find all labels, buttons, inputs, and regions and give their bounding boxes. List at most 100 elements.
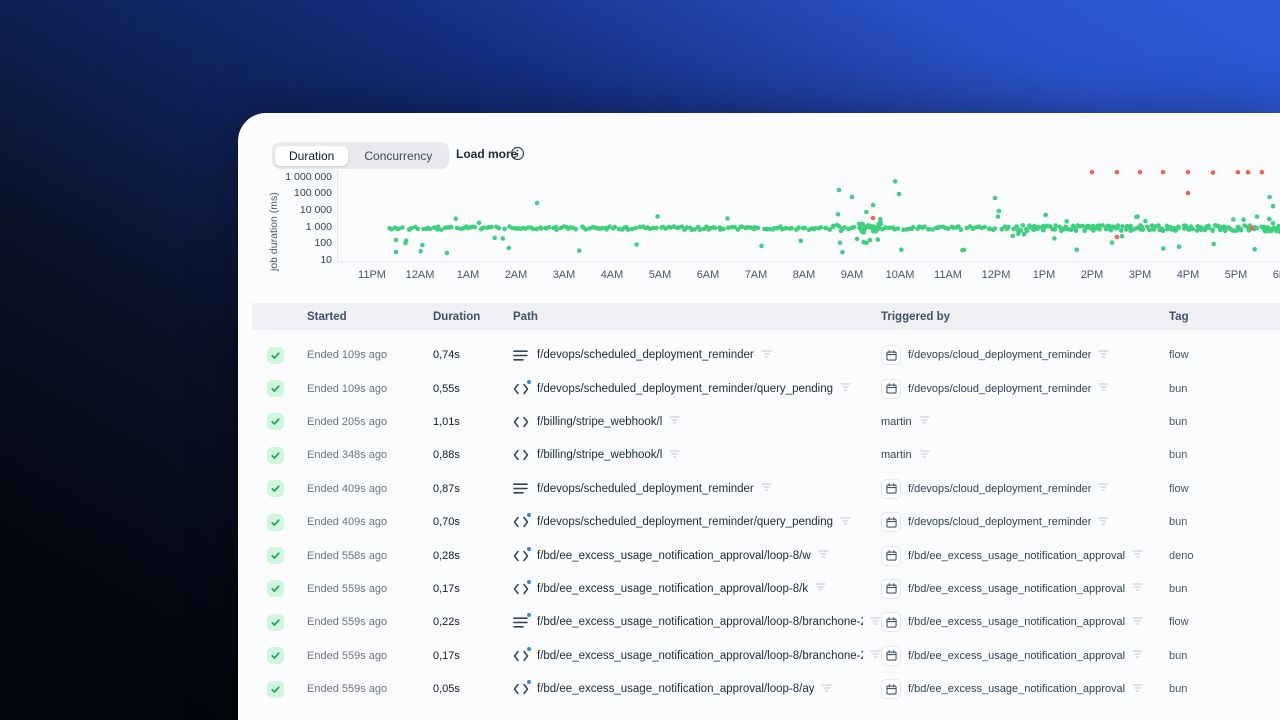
scatter-point[interactable] [851, 224, 857, 230]
scatter-point[interactable] [1137, 169, 1143, 175]
filter-icon[interactable] [1132, 616, 1143, 629]
scatter-point[interactable] [1210, 170, 1216, 175]
scatter-point[interactable] [1014, 224, 1019, 229]
job-row[interactable]: Ended 559s ago 0,17s f/bd/ee_excess_usag… [252, 640, 1280, 673]
scatter-point[interactable] [472, 224, 478, 230]
filter-icon[interactable] [761, 349, 772, 362]
filter-icon[interactable] [870, 649, 881, 662]
scatter-point[interactable] [995, 214, 1001, 219]
scatter-point[interactable] [502, 226, 507, 232]
scatter-point[interactable] [1115, 223, 1121, 228]
scatter-point[interactable] [400, 225, 405, 230]
scatter-point[interactable] [453, 216, 459, 221]
scatter-point[interactable] [796, 225, 801, 230]
job-path[interactable]: f/devops/scheduled_deployment_reminder/q… [537, 383, 833, 395]
scatter-point[interactable] [1265, 227, 1271, 233]
scatter-point[interactable] [849, 194, 855, 200]
scatter-point[interactable] [922, 224, 927, 229]
scatter-point[interactable] [725, 216, 730, 221]
job-trigger[interactable]: f/devops/cloud_deployment_reminder [908, 383, 1091, 395]
scatter-point[interactable] [420, 242, 425, 248]
scatter-point[interactable] [1249, 225, 1255, 231]
scatter-point[interactable] [1010, 233, 1016, 239]
scatter-point[interactable] [1241, 217, 1246, 222]
scatter-point[interactable] [892, 179, 898, 184]
scatter-point[interactable] [1052, 227, 1058, 232]
job-trigger[interactable]: f/bd/ee_excess_usage_notification_approv… [908, 683, 1125, 695]
job-path[interactable]: f/billing/stripe_webhook/l [537, 416, 662, 428]
scatter-point[interactable] [534, 200, 540, 206]
job-path[interactable]: f/devops/scheduled_deployment_reminder [537, 349, 754, 361]
scatter-point[interactable] [958, 227, 964, 232]
scatter-point[interactable] [538, 226, 544, 231]
filter-icon[interactable] [815, 582, 826, 595]
filter-icon[interactable] [1132, 582, 1143, 595]
filter-icon[interactable] [1132, 683, 1143, 696]
scatter-point[interactable] [1176, 244, 1182, 250]
job-trigger[interactable]: martin [881, 449, 912, 461]
job-row[interactable]: Ended 205s ago 1,01s f/billing/stripe_we… [252, 406, 1280, 440]
job-trigger[interactable]: f/devops/cloud_deployment_reminder [908, 349, 1091, 361]
job-trigger[interactable]: f/devops/cloud_deployment_reminder [908, 516, 1091, 528]
job-trigger[interactable]: f/bd/ee_excess_usage_notification_approv… [908, 650, 1125, 662]
scatter-point[interactable] [1100, 223, 1105, 228]
scatter-point[interactable] [870, 215, 876, 221]
scatter-point[interactable] [1267, 194, 1272, 200]
scatter-point[interactable] [1114, 169, 1120, 175]
scatter-point[interactable] [439, 227, 444, 233]
scatter-point[interactable] [836, 187, 842, 193]
scatter-point[interactable] [1109, 240, 1115, 245]
scatter-point[interactable] [1218, 227, 1223, 233]
scatter-point[interactable] [1206, 223, 1211, 229]
scatter-point[interactable] [1006, 224, 1011, 230]
job-path[interactable]: f/bd/ee_excess_usage_notification_approv… [537, 616, 863, 628]
scatter-point[interactable] [612, 224, 618, 230]
scatter-point[interactable] [1235, 169, 1241, 175]
scatter-point[interactable] [992, 195, 998, 201]
scatter-point[interactable] [1185, 190, 1191, 196]
scatter-point[interactable] [1254, 214, 1260, 219]
scatter-point[interactable] [1097, 227, 1102, 232]
scatter-point[interactable] [1198, 225, 1204, 230]
scatter-point[interactable] [759, 243, 764, 249]
scatter-point[interactable] [1021, 231, 1027, 237]
job-trigger[interactable]: f/devops/cloud_deployment_reminder [908, 483, 1091, 495]
scatter-point[interactable] [697, 227, 703, 232]
scatter-point[interactable] [1018, 228, 1024, 233]
filter-icon[interactable] [818, 549, 829, 562]
filter-icon[interactable] [870, 616, 881, 629]
scatter-point[interactable] [1114, 234, 1120, 240]
scatter-point[interactable] [1188, 224, 1194, 229]
scatter-point[interactable] [835, 212, 841, 217]
job-path[interactable]: f/billing/stripe_webhook/l [537, 449, 662, 461]
filter-icon[interactable] [1132, 649, 1143, 662]
scatter-point[interactable] [496, 225, 502, 231]
scatter-point[interactable] [996, 208, 1002, 214]
job-row[interactable]: Ended 559s ago 0,17s f/bd/ee_excess_usag… [252, 573, 1280, 607]
filter-icon[interactable] [761, 482, 772, 495]
scatter-point[interactable] [1089, 169, 1095, 175]
scatter-point[interactable] [1135, 214, 1140, 219]
job-path[interactable]: f/bd/ee_excess_usage_notification_approv… [537, 550, 811, 562]
scatter-point[interactable] [1064, 219, 1069, 224]
filter-icon[interactable] [821, 683, 833, 696]
duration-scatter-chart[interactable] [337, 163, 1280, 263]
scatter-point[interactable] [992, 226, 998, 231]
job-row[interactable]: Ended 409s ago 0,70s f/devops/scheduled_… [252, 506, 1280, 540]
scatter-point[interactable] [755, 225, 761, 231]
scatter-point[interactable] [1270, 203, 1276, 209]
scatter-point[interactable] [854, 236, 860, 242]
scatter-point[interactable] [1138, 227, 1143, 232]
scatter-point[interactable] [1043, 212, 1048, 218]
scatter-point[interactable] [393, 249, 399, 255]
scatter-point[interactable] [576, 248, 582, 253]
filter-icon[interactable] [1132, 549, 1143, 562]
scatter-point[interactable] [1185, 169, 1191, 175]
scatter-point[interactable] [864, 240, 869, 246]
scatter-point[interactable] [418, 249, 423, 254]
filter-icon[interactable] [840, 382, 851, 395]
job-trigger[interactable]: f/bd/ee_excess_usage_notification_approv… [908, 616, 1125, 628]
scatter-point[interactable] [1020, 223, 1026, 228]
job-row[interactable]: Ended 348s ago 0,88s f/billing/stripe_we… [252, 439, 1280, 473]
job-row[interactable]: Ended 559s ago 0,22s f/bd/ee_excess_usag… [252, 606, 1280, 640]
